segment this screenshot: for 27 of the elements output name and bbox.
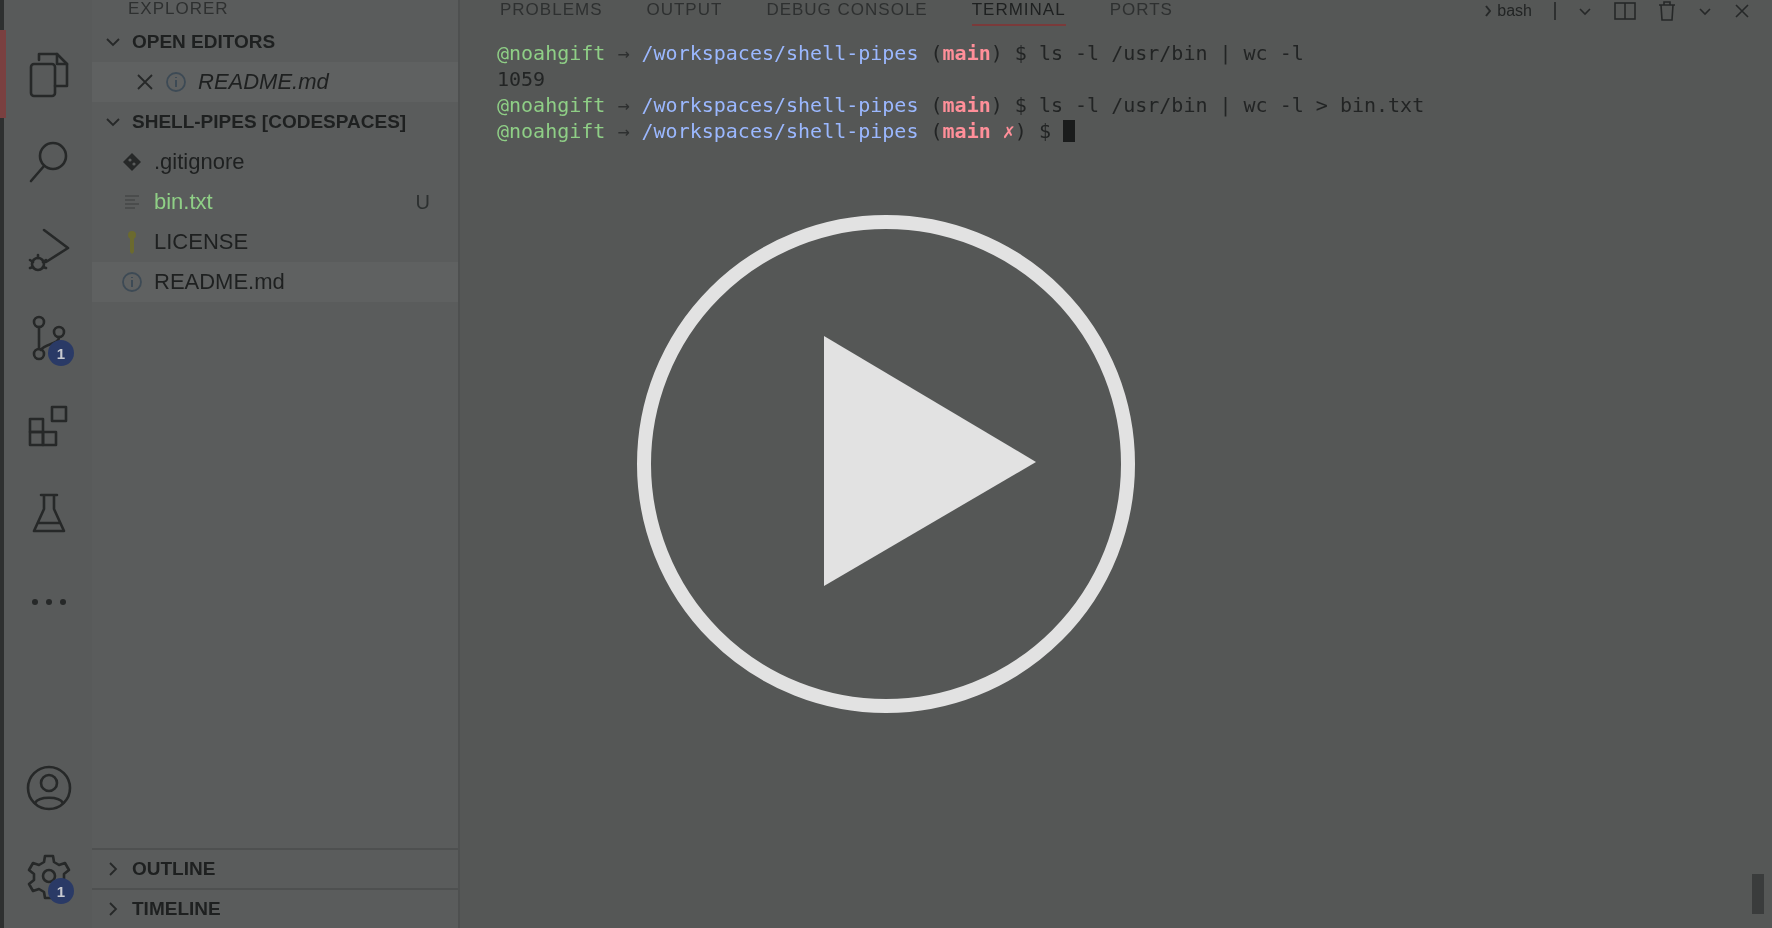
scrollbar[interactable] <box>1752 874 1764 914</box>
activity-item[interactable]: 1 <box>0 832 92 920</box>
open-editor-item[interactable]: README.md <box>92 62 458 102</box>
diamond-icon <box>121 151 143 173</box>
section-header[interactable]: TIMELINE <box>92 888 458 928</box>
info-icon <box>121 271 143 293</box>
close-icon[interactable] <box>136 73 154 91</box>
account-icon <box>25 764 73 812</box>
trash-icon[interactable] <box>1658 1 1676 21</box>
activity-item[interactable]: 1 <box>0 294 92 382</box>
terminal-icon <box>1485 5 1492 17</box>
file-item[interactable]: LICENSE <box>92 222 458 262</box>
info-icon <box>165 71 187 93</box>
badge: 1 <box>48 340 74 366</box>
more-icon <box>29 597 69 607</box>
section-header[interactable]: SHELL-PIPES [CODESPACES] <box>92 102 458 142</box>
files-icon <box>27 50 71 98</box>
file-item[interactable]: README.md <box>92 262 458 302</box>
section-header[interactable]: OUTLINE <box>92 848 458 888</box>
run-debug-icon <box>26 226 72 274</box>
section-header[interactable]: OPEN EDITORS <box>92 22 458 62</box>
badge: 1 <box>48 878 74 904</box>
panel-tab[interactable]: TERMINAL <box>971 0 1066 26</box>
file-item[interactable]: .gitignore <box>92 142 458 182</box>
play-button[interactable] <box>636 214 1136 714</box>
close-icon[interactable] <box>1734 3 1750 19</box>
split-icon[interactable] <box>1614 2 1636 20</box>
